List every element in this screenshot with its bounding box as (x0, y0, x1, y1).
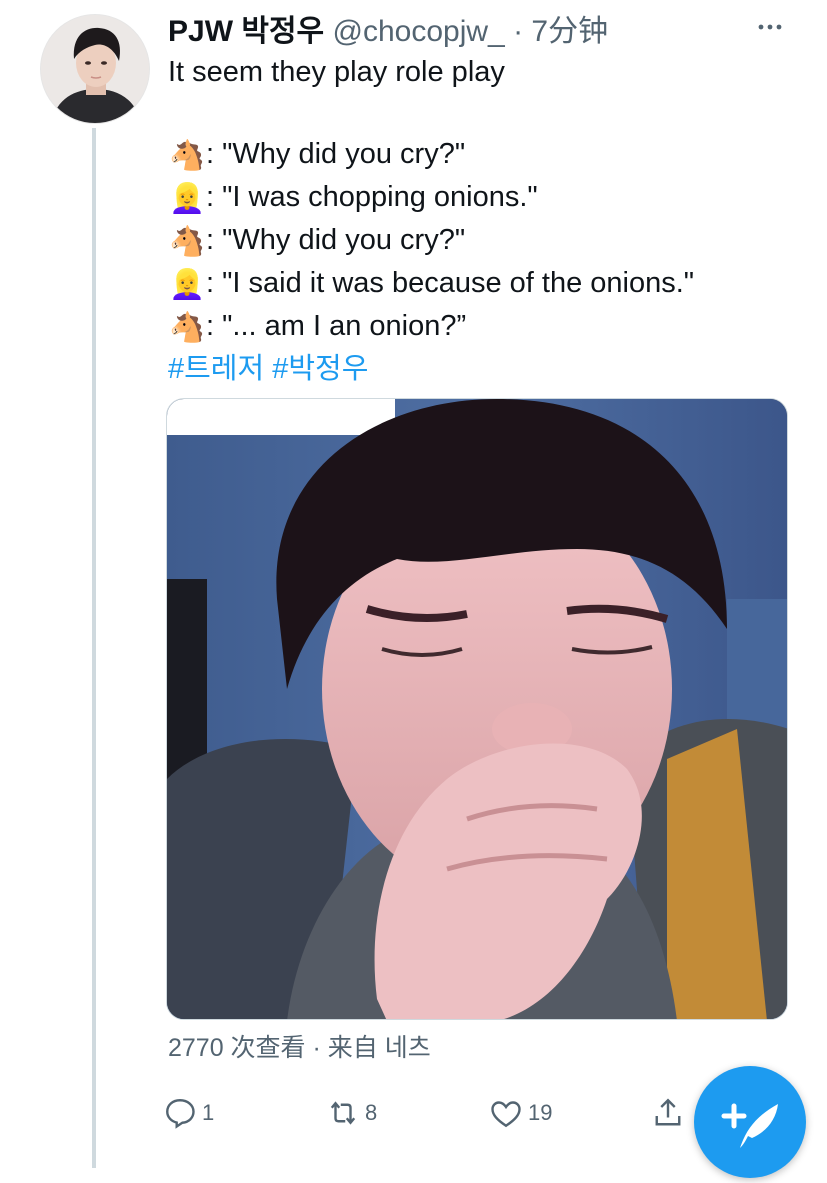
horse-emoji-icon: 🐴 (168, 140, 206, 172)
retweet-button[interactable]: 8 (325, 1090, 377, 1136)
more-horizontal-icon[interactable] (753, 12, 787, 46)
share-icon (655, 1098, 681, 1126)
hashtag-links[interactable]: #트레저 #박정우 (168, 349, 788, 390)
blond-woman-emoji-icon: 👱‍♀️ (168, 183, 206, 215)
tweet-header: PJW 박정우 @chocopjw_ · 7分钟 (168, 12, 767, 52)
tweet-line: 🐴: "Why did you cry?" (168, 220, 788, 263)
tweet-line: 👱‍♀️: "I was chopping onions." (168, 177, 788, 220)
compose-tweet-button[interactable] (694, 1066, 806, 1178)
reply-count: 1 (202, 1100, 215, 1125)
reply-button[interactable]: 1 (162, 1090, 214, 1136)
tweet-line-blank (168, 93, 788, 134)
heart-icon (491, 1101, 521, 1128)
user-handle[interactable]: @chocopjw_ (333, 15, 505, 48)
tweet-timestamp[interactable]: 7分钟 (531, 15, 608, 48)
share-button[interactable] (650, 1090, 686, 1136)
media-photo (167, 399, 787, 1019)
view-count-source: 2770 次查看 · 来自 네츠 (168, 1034, 431, 1062)
header-separator: · (513, 15, 524, 48)
compose-tweet-icon (721, 1103, 778, 1148)
tweet-media-image[interactable] (166, 398, 788, 1020)
tweet-line: 🐴: "Why did you cry?" (168, 134, 788, 177)
avatar-photo (41, 15, 149, 123)
tweet-line: 👱‍♀️: "I said it was because of the onio… (168, 263, 788, 306)
horse-emoji-icon: 🐴 (168, 312, 206, 344)
retweet-count: 8 (365, 1100, 378, 1125)
avatar[interactable] (40, 14, 150, 124)
horse-emoji-icon: 🐴 (168, 226, 206, 258)
tweet-line: 🐴: "... am I an onion?” (168, 306, 788, 349)
display-name[interactable]: PJW 박정우 (168, 15, 324, 48)
retweet-icon (330, 1101, 356, 1125)
blond-woman-emoji-icon: 👱‍♀️ (168, 269, 206, 301)
thread-connector-line (92, 128, 96, 1168)
reply-icon (166, 1099, 195, 1129)
tweet-line: It seem they play role play (168, 56, 505, 88)
like-button[interactable]: 19 (488, 1090, 552, 1136)
tweet-text: It seem they play role play 🐴: "Why did … (168, 52, 788, 390)
like-count: 19 (528, 1100, 553, 1125)
tweet-actions: 1 8 19 (162, 1090, 702, 1136)
